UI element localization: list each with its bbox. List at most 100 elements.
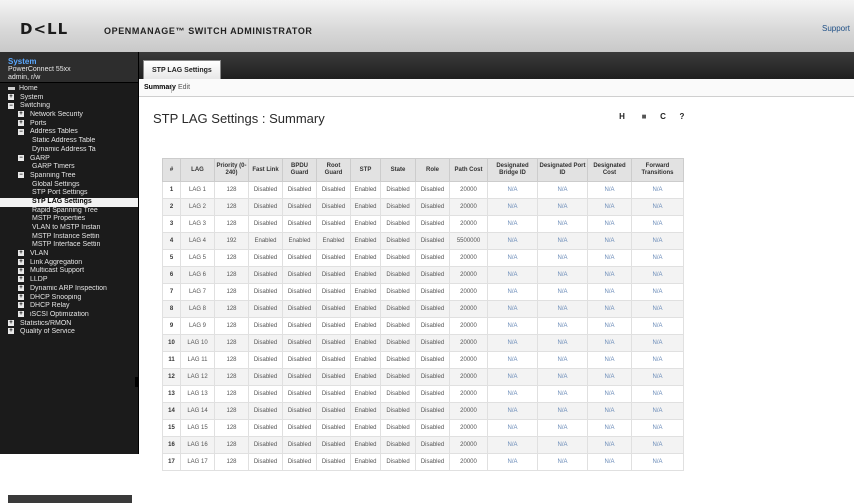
expand-icon[interactable]: + bbox=[8, 319, 14, 326]
nav-item[interactable]: + Dynamic ARP Inspection bbox=[0, 285, 138, 294]
nav-item[interactable]: STP LAG Settings bbox=[0, 197, 138, 207]
table-cell: Disabled bbox=[415, 385, 450, 403]
table-cell: N/A bbox=[631, 385, 684, 403]
table-cell: Disabled bbox=[415, 351, 450, 369]
nav-item-label: MSTP Instance Settin bbox=[32, 232, 100, 240]
table-cell: Disabled bbox=[380, 181, 416, 199]
table-row[interactable]: 9 LAG 9 128 Disabled Disabled Disabled Enabled… bbox=[162, 317, 684, 335]
nav-item[interactable]: MSTP Instance Settin bbox=[0, 233, 138, 242]
expand-icon[interactable]: + bbox=[18, 250, 24, 257]
table-row[interactable]: 4 LAG 4 192 Enabled Enabled Enabled Enabled Dis… bbox=[162, 232, 684, 250]
table-cell: N/A bbox=[537, 266, 588, 284]
nav-item[interactable]: Home bbox=[0, 85, 138, 94]
table-cell: N/A bbox=[537, 368, 588, 386]
table-row[interactable]: 8 LAG 8 128 Disabled Disabled Disabled Enabled… bbox=[162, 300, 684, 318]
table-row[interactable]: 10 LAG 10 128 Disabled Disabled Disabled Enabl… bbox=[162, 334, 684, 352]
table-row[interactable]: 11 LAG 11 128 Disabled Disabled Disabled Enabl… bbox=[162, 351, 684, 369]
nav-item[interactable]: + LLDP bbox=[0, 276, 138, 285]
support-link[interactable]: Support bbox=[822, 24, 850, 33]
expand-icon[interactable]: + bbox=[18, 311, 24, 318]
nav-item[interactable]: Global Settings bbox=[0, 181, 138, 190]
collapse-icon[interactable]: − bbox=[18, 154, 24, 161]
table-row[interactable]: 12 LAG 12 128 Disabled Disabled Disabled Enabl… bbox=[162, 368, 684, 386]
collapse-icon[interactable]: − bbox=[8, 102, 14, 109]
expand-icon[interactable]: + bbox=[18, 284, 24, 291]
nav-item[interactable]: + Statistics/RMON bbox=[0, 320, 138, 329]
expand-icon[interactable]: + bbox=[18, 258, 24, 265]
table-cell: Enabled bbox=[350, 453, 381, 471]
table-cell: Disabled bbox=[380, 385, 416, 403]
nav-tree: Home + System − Switching + Network Security + P… bbox=[0, 83, 138, 337]
table-cell: Disabled bbox=[282, 181, 317, 199]
table-cell: 20000 bbox=[449, 215, 488, 233]
nav-item[interactable]: Dynamic Address Ta bbox=[0, 146, 138, 155]
nav-item[interactable]: MSTP Interface Settin bbox=[0, 241, 138, 250]
table-cell: Disabled bbox=[415, 402, 450, 420]
expand-icon[interactable]: + bbox=[18, 293, 24, 300]
sidebar-scrollbar[interactable] bbox=[135, 377, 138, 387]
table-row[interactable]: 3 LAG 3 128 Disabled Disabled Disabled Enabled… bbox=[162, 215, 684, 233]
expand-icon[interactable]: + bbox=[18, 119, 24, 126]
table-row[interactable]: 5 LAG 5 128 Disabled Disabled Disabled Enabled… bbox=[162, 249, 684, 267]
nav-item[interactable]: + Quality of Service bbox=[0, 328, 138, 337]
table-cell: Disabled bbox=[415, 283, 450, 301]
help-icon[interactable]: ? bbox=[676, 111, 688, 123]
save-icon[interactable]: H bbox=[616, 111, 628, 123]
table-cell: N/A bbox=[631, 181, 684, 199]
table-cell: Disabled bbox=[282, 351, 317, 369]
table-row[interactable]: 2 LAG 2 128 Disabled Disabled Disabled Enabled… bbox=[162, 198, 684, 216]
table-cell: 20000 bbox=[449, 300, 488, 318]
nav-item[interactable]: VLAN to MSTP Instan bbox=[0, 224, 138, 233]
table-row[interactable]: 14 LAG 14 128 Disabled Disabled Disabled Enabl… bbox=[162, 402, 684, 420]
nav-item[interactable]: − Switching bbox=[0, 102, 138, 111]
home-icon[interactable] bbox=[8, 86, 15, 90]
nav-item[interactable]: + iSCSI Optimization bbox=[0, 311, 138, 320]
table-cell: Disabled bbox=[415, 453, 450, 471]
table-row[interactable]: 7 LAG 7 128 Disabled Disabled Disabled Enabled… bbox=[162, 283, 684, 301]
collapse-icon[interactable]: − bbox=[18, 172, 24, 179]
nav-item[interactable]: + System bbox=[0, 94, 138, 103]
expand-icon[interactable]: + bbox=[18, 111, 24, 118]
nav-item[interactable]: Rapid Spanning Tree bbox=[0, 207, 138, 216]
table-row[interactable]: 15 LAG 15 128 Disabled Disabled Disabled Enabl… bbox=[162, 419, 684, 437]
print-icon[interactable]: ■ bbox=[638, 111, 650, 123]
refresh-icon[interactable]: C bbox=[657, 111, 669, 123]
expand-icon[interactable]: + bbox=[8, 93, 14, 100]
expand-icon[interactable]: + bbox=[18, 302, 24, 309]
expand-icon[interactable]: + bbox=[8, 328, 14, 335]
nav-item[interactable]: + DHCP Snooping bbox=[0, 294, 138, 303]
nav-item[interactable]: MSTP Properties bbox=[0, 215, 138, 224]
table-cell: Disabled bbox=[415, 317, 450, 335]
nav-item[interactable]: + Multicast Support bbox=[0, 267, 138, 276]
nav-item[interactable]: + DHCP Relay bbox=[0, 302, 138, 311]
table-row[interactable]: 17 LAG 17 128 Disabled Disabled Disabled Enabl… bbox=[162, 453, 684, 471]
table-cell: Disabled bbox=[316, 215, 351, 233]
column-header: Root Guard bbox=[316, 158, 351, 182]
expand-icon[interactable]: + bbox=[18, 276, 24, 283]
nav-item[interactable]: + Ports bbox=[0, 120, 138, 129]
collapse-icon[interactable]: − bbox=[18, 128, 24, 135]
nav-item[interactable]: − GARP bbox=[0, 155, 138, 164]
system-title[interactable]: System bbox=[8, 57, 133, 66]
nav-item[interactable]: − Spanning Tree bbox=[0, 172, 138, 181]
tab-stp-lag-settings[interactable]: STP LAG Settings bbox=[143, 60, 221, 80]
table-cell: N/A bbox=[537, 181, 588, 199]
nav-item[interactable]: + Network Security bbox=[0, 111, 138, 120]
nav-item[interactable]: Static Address Table bbox=[0, 137, 138, 146]
column-header: State bbox=[380, 158, 416, 182]
table-cell: 128 bbox=[214, 283, 249, 301]
table-row[interactable]: 6 LAG 6 128 Disabled Disabled Disabled Enabled… bbox=[162, 266, 684, 284]
sub-navigation: Summary Edit bbox=[139, 79, 854, 97]
nav-item[interactable]: + Link Aggregation bbox=[0, 259, 138, 268]
nav-item[interactable]: GARP Timers bbox=[0, 163, 138, 172]
expand-icon[interactable]: + bbox=[18, 267, 24, 274]
table-cell: N/A bbox=[631, 453, 684, 471]
table-row[interactable]: 1 LAG 1 128 Disabled Disabled Disabled Enabled… bbox=[162, 181, 684, 199]
nav-item[interactable]: − Address Tables bbox=[0, 128, 138, 137]
table-cell: 128 bbox=[214, 436, 249, 454]
edit-link[interactable]: Edit bbox=[178, 84, 190, 91]
table-row[interactable]: 13 LAG 13 128 Disabled Disabled Disabled Enabl… bbox=[162, 385, 684, 403]
nav-item[interactable]: STP Port Settings bbox=[0, 189, 138, 198]
nav-item[interactable]: + VLAN bbox=[0, 250, 138, 259]
table-row[interactable]: 16 LAG 16 128 Disabled Disabled Disabled Enabl… bbox=[162, 436, 684, 454]
